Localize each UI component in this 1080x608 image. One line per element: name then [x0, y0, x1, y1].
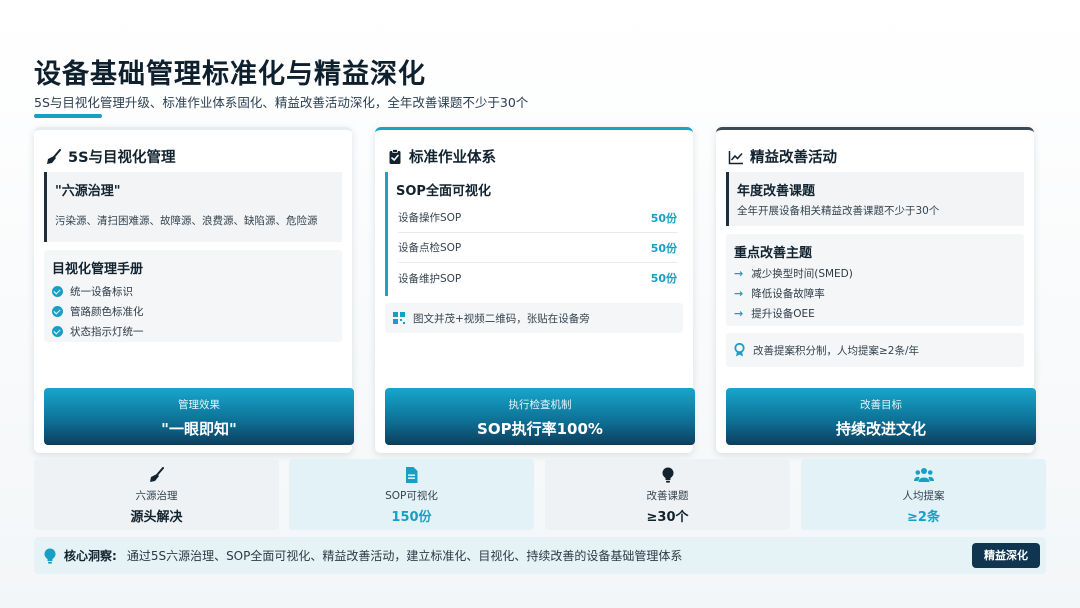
annual-topic-desc: 全年开展设备相关精益改善课题不少于30个 — [737, 205, 940, 217]
title-underline — [34, 114, 102, 118]
core-insight-bar: 核心洞察: 通过5S六源治理、SOP全面可视化、精益改善活动，建立标准化、目视化… — [34, 537, 1046, 574]
broom-icon — [47, 148, 61, 164]
document-icon — [406, 467, 418, 483]
check-icon — [52, 305, 63, 317]
insight-label: 核心洞察: — [64, 549, 117, 563]
annual-topic-title: 年度改善课题 — [737, 184, 816, 199]
manual-item: 状态指示灯统一 — [52, 321, 342, 341]
inspection-mechanism-button[interactable]: 执行检查机制 SOP执行率100% — [385, 388, 695, 445]
visual-manual-panel: 目视化管理手册 统一设备标识 管路颜色标准化 状态指示灯统一 — [44, 250, 342, 342]
broom-icon — [149, 467, 164, 482]
card-standard-work: 标准作业体系 SOP全面可视化 设备操作SOP 50份 设备点检SOP 50份 设备… — [375, 127, 695, 453]
card-title: 精益改善活动 — [750, 150, 837, 166]
stat-label: 改善课题 — [646, 490, 689, 502]
button-label: 执行检查机制 — [508, 399, 572, 411]
button-label: 改善目标 — [860, 399, 902, 411]
button-value: SOP执行率100% — [477, 420, 603, 438]
check-icon — [52, 285, 63, 297]
button-value: 持续改进文化 — [835, 420, 926, 438]
lightbulb-icon — [662, 467, 673, 483]
stat-label: 人均提案 — [902, 490, 945, 502]
page-title: 设备基础管理标准化与精益深化 — [34, 59, 426, 90]
improvement-goal-button[interactable]: 改善目标 持续改进文化 — [726, 388, 1036, 445]
lean-deepening-badge: 精益深化 — [972, 543, 1040, 568]
card-lean-improvement: 精益改善活动 年度改善课题 全年开展设备相关精益改善课题不少于30个 重点改善主… — [716, 127, 1036, 453]
stat-value: ≥30个 — [646, 510, 689, 525]
page-subtitle: 5S与目视化管理升级、标准作业体系固化、精益改善活动深化，全年改善课题不少于30… — [34, 95, 529, 110]
stat-card-proposals: 人均提案 ≥2条 — [801, 459, 1046, 530]
card-5s-visual-management: 5S与目视化管理 "六源治理" 污染源、清扫困难源、故障源、浪费源、缺陷源、危险… — [34, 127, 354, 453]
six-source-box: "六源治理" 污染源、清扫困难源、故障源、浪费源、缺陷源、危险源 — [44, 172, 342, 242]
stat-card-topics: 改善课题 ≥30个 — [545, 459, 790, 530]
clipboard-check-icon — [389, 148, 401, 164]
sop-title: SOP全面可视化 — [396, 184, 491, 199]
six-source-desc: 污染源、清扫困难源、故障源、浪费源、缺陷源、危险源 — [55, 215, 318, 227]
award-icon — [734, 343, 745, 357]
check-icon — [52, 325, 63, 337]
users-icon — [913, 468, 934, 482]
qr-note: 图文并茂+视频二维码，张贴在设备旁 — [413, 312, 590, 325]
theme-item: → 提升设备OEE — [734, 306, 815, 320]
manual-item: 统一设备标识 — [52, 281, 342, 301]
arrow-right-icon: → — [734, 266, 744, 280]
reward-note: 改善提案积分制，人均提案≥2条/年 — [753, 344, 920, 357]
sop-row: 设备操作SOP 50份 — [398, 203, 677, 233]
stat-card-sop: SOP可视化 150份 — [289, 459, 534, 530]
stat-value: 源头解决 — [130, 510, 183, 525]
card-header: 精益改善活动 — [728, 146, 837, 167]
six-source-title: "六源治理" — [55, 184, 121, 199]
stat-value: ≥2条 — [907, 510, 940, 525]
button-value: "一眼即知" — [161, 420, 237, 438]
stat-card-six-source: 六源治理 源头解决 — [34, 459, 279, 530]
card-header: 5S与目视化管理 — [46, 146, 176, 167]
qr-code-icon — [393, 312, 405, 324]
card-title: 标准作业体系 — [409, 150, 496, 166]
theme-item: → 减少换型时间(SMED) — [734, 266, 853, 280]
insight-text: 通过5S六源治理、SOP全面可视化、精益改善活动，建立标准化、目视化、持续改善的… — [126, 549, 683, 563]
arrow-right-icon: → — [734, 286, 744, 300]
manual-item: 管路颜色标准化 — [52, 301, 342, 321]
line-chart-icon — [728, 150, 743, 164]
button-label: 管理效果 — [178, 399, 220, 411]
qr-note-panel: 图文并茂+视频二维码，张贴在设备旁 — [385, 303, 683, 333]
card-header: 标准作业体系 — [387, 146, 496, 167]
theme-item: → 降低设备故障率 — [734, 286, 825, 300]
lightbulb-icon — [44, 548, 56, 564]
improvement-themes-panel: 重点改善主题 → 减少换型时间(SMED) → 降低设备故障率 → 提升设备OEE — [726, 234, 1024, 326]
stat-label: 六源治理 — [135, 490, 178, 502]
arrow-right-icon: → — [734, 306, 744, 320]
manual-title: 目视化管理手册 — [52, 262, 144, 277]
annual-topic-box: 年度改善课题 全年开展设备相关精益改善课题不少于30个 — [726, 172, 1024, 226]
card-title: 5S与目视化管理 — [68, 150, 176, 166]
stat-label: SOP可视化 — [385, 490, 438, 502]
themes-title: 重点改善主题 — [734, 246, 813, 261]
sop-box: SOP全面可视化 设备操作SOP 50份 设备点检SOP 50份 设备维护SOP 50… — [385, 172, 683, 296]
stat-value: 150份 — [391, 510, 432, 525]
sop-row: 设备点检SOP 50份 — [398, 233, 677, 263]
sop-row: 设备维护SOP 50份 — [398, 272, 677, 285]
reward-note-panel: 改善提案积分制，人均提案≥2条/年 — [726, 333, 1024, 367]
management-effect-button[interactable]: 管理效果 "一眼即知" — [44, 388, 354, 445]
